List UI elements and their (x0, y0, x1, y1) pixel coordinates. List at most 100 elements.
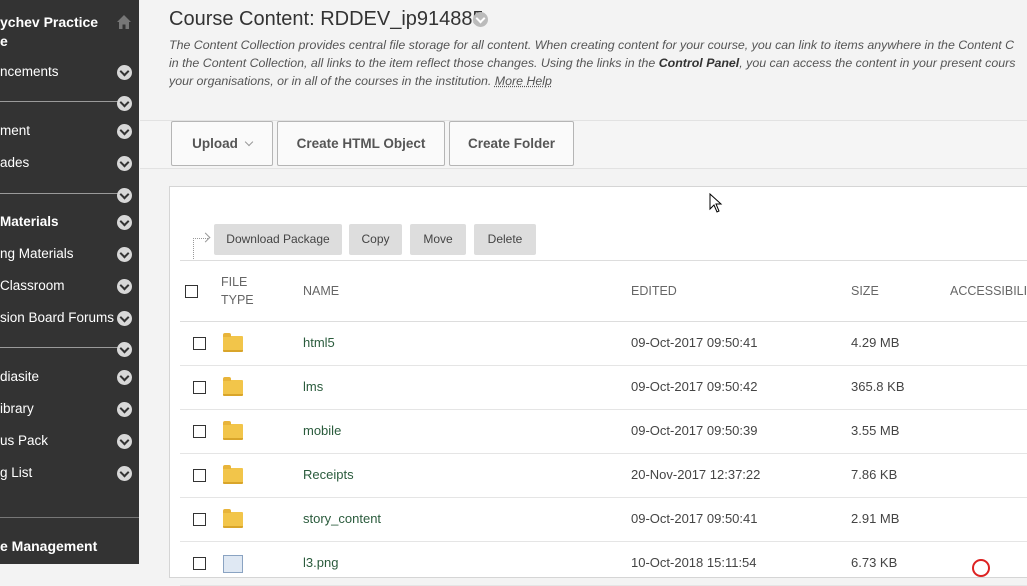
chevron-down-icon[interactable] (117, 466, 132, 481)
sidebar-item-label: us Pack (0, 433, 49, 448)
page-title: Course Content: RDDEV_ip914885 (169, 8, 484, 30)
mouse-cursor-icon (709, 193, 723, 213)
accessibility-score-icon[interactable] (972, 559, 990, 577)
create-html-object-button[interactable]: Create HTML Object (277, 121, 445, 166)
row-checkbox[interactable] (193, 469, 206, 482)
delete-button[interactable]: Delete (474, 224, 536, 255)
sidebar-item-divider-toggle[interactable] (0, 338, 139, 360)
edited-date: 09-Oct-2017 09:50:41 (631, 335, 758, 350)
file-size: 2.91 MB (851, 511, 900, 526)
chevron-down-icon[interactable] (117, 279, 132, 294)
sidebar-item-grades[interactable]: ades (0, 152, 139, 174)
table-row: Receipts 20-Nov-2017 12:37:22 7.86 KB (180, 453, 1027, 498)
table-row: mobile 09-Oct-2017 09:50:39 3.55 MB (180, 409, 1027, 454)
upload-label: Upload (192, 136, 238, 151)
page-description: The Content Collection provides central … (169, 36, 1027, 96)
file-size: 365.8 KB (851, 379, 905, 394)
title-options-chevron-icon[interactable] (473, 12, 488, 27)
move-button[interactable]: Move (410, 224, 466, 255)
home-icon[interactable] (116, 14, 132, 30)
create-folder-button[interactable]: Create Folder (449, 121, 574, 166)
course-title-line-1: ychev Practice (0, 14, 99, 30)
select-all-checkbox[interactable] (185, 285, 198, 298)
edited-date: 09-Oct-2017 09:50:39 (631, 423, 758, 438)
file-name-link[interactable]: mobile (303, 409, 341, 453)
chevron-down-icon[interactable] (117, 247, 132, 262)
column-size[interactable]: SIZE (851, 282, 879, 300)
row-checkbox[interactable] (193, 513, 206, 526)
action-bar (140, 120, 1027, 169)
sidebar-item-label: ibrary (0, 401, 34, 416)
control-panel-emphasis: Control Panel (658, 56, 740, 70)
course-management-heading[interactable]: e Management (0, 538, 97, 554)
image-file-icon (223, 555, 243, 573)
sidebar-item-divider-toggle[interactable] (0, 184, 139, 206)
sidebar-item-campus-pack[interactable]: us Pack (0, 430, 139, 452)
chevron-down-icon[interactable] (117, 96, 132, 111)
more-help-link[interactable]: More Help (495, 74, 552, 88)
row-checkbox[interactable] (193, 337, 206, 350)
chevron-down-icon[interactable] (117, 311, 132, 326)
sidebar-item-divider-toggle[interactable] (0, 92, 139, 114)
sidebar-item-label: ncements (0, 64, 59, 79)
folder-icon (223, 377, 243, 396)
sidebar-item-mediasite[interactable]: diasite (0, 366, 139, 388)
sidebar-item-materials[interactable]: Materials (0, 211, 139, 233)
sidebar-item-label: ment (0, 123, 31, 138)
upload-button[interactable]: Upload (171, 121, 273, 166)
sidebar-item-label: ng Materials (0, 246, 74, 261)
folder-icon (223, 421, 243, 440)
chevron-down-icon[interactable] (117, 215, 132, 230)
folder-icon (223, 465, 243, 484)
file-name-link[interactable]: lms (303, 365, 323, 409)
chevron-down-icon[interactable] (117, 370, 132, 385)
course-menu-sidebar: ychev Practice e ncements ment ades Mate… (0, 0, 139, 564)
table-header: FILE TYPE NAME EDITED SIZE ACCESSIBILIT (180, 260, 1027, 322)
course-title-line-2: e (0, 33, 8, 49)
course-title[interactable]: ychev Practice e (0, 13, 112, 51)
file-name-link[interactable]: story_content (303, 497, 381, 541)
description-line-1: The Content Collection provides central … (169, 38, 1015, 52)
description-line-3: your organisations, or in all of the cou… (169, 72, 1027, 90)
sidebar-item-discussion-board[interactable]: sion Board Forums (0, 307, 139, 329)
description-line-2: in the Content Collection, all links to … (169, 54, 1027, 72)
sidebar-item-announcements[interactable]: ncements (0, 61, 139, 83)
file-size: 7.86 KB (851, 467, 898, 482)
copy-button[interactable]: Copy (349, 224, 402, 255)
edited-date: 20-Nov-2017 12:37:22 (631, 467, 761, 482)
edited-date: 10-Oct-2018 15:11:54 (631, 555, 757, 570)
chevron-down-icon[interactable] (117, 402, 132, 417)
file-name-link[interactable]: Receipts (303, 453, 354, 497)
folder-icon (223, 333, 243, 352)
sidebar-item-library[interactable]: ibrary (0, 398, 139, 420)
sidebar-item-label: g List (0, 465, 33, 480)
file-name-link[interactable]: l3.png (303, 541, 338, 585)
sidebar-item-label: sion Board Forums (0, 310, 115, 325)
chevron-down-icon[interactable] (117, 156, 132, 171)
sidebar-item-assessment[interactable]: ment (0, 120, 139, 142)
row-checkbox[interactable] (193, 425, 206, 438)
sidebar-item-label: Materials (0, 214, 59, 229)
description-text: , you can access the content in your pre… (739, 56, 1016, 70)
download-package-button[interactable]: Download Package (214, 224, 342, 255)
edited-date: 09-Oct-2017 09:50:42 (631, 379, 758, 394)
edited-date: 09-Oct-2017 09:50:41 (631, 511, 758, 526)
file-size: 4.29 MB (851, 335, 900, 350)
column-accessibility[interactable]: ACCESSIBILIT (950, 282, 1027, 300)
sidebar-item-learning-materials[interactable]: ng Materials (0, 243, 139, 265)
sidebar-item-classroom[interactable]: Classroom (0, 275, 139, 297)
chevron-down-icon[interactable] (117, 65, 132, 80)
column-file-type-line-1: FILE (221, 275, 248, 289)
chevron-down-icon[interactable] (117, 188, 132, 203)
row-checkbox[interactable] (193, 381, 206, 394)
sidebar-item-label: ades (0, 155, 30, 170)
column-edited[interactable]: EDITED (631, 282, 677, 300)
sidebar-item-label: Classroom (0, 278, 65, 293)
chevron-down-icon[interactable] (117, 124, 132, 139)
column-file-type[interactable]: FILE TYPE (221, 273, 254, 309)
file-name-link[interactable]: html5 (303, 321, 335, 365)
sidebar-item-reading-list[interactable]: g List (0, 462, 139, 484)
chevron-down-icon[interactable] (117, 342, 132, 357)
chevron-down-icon[interactable] (117, 434, 132, 449)
column-name[interactable]: NAME (303, 282, 339, 300)
